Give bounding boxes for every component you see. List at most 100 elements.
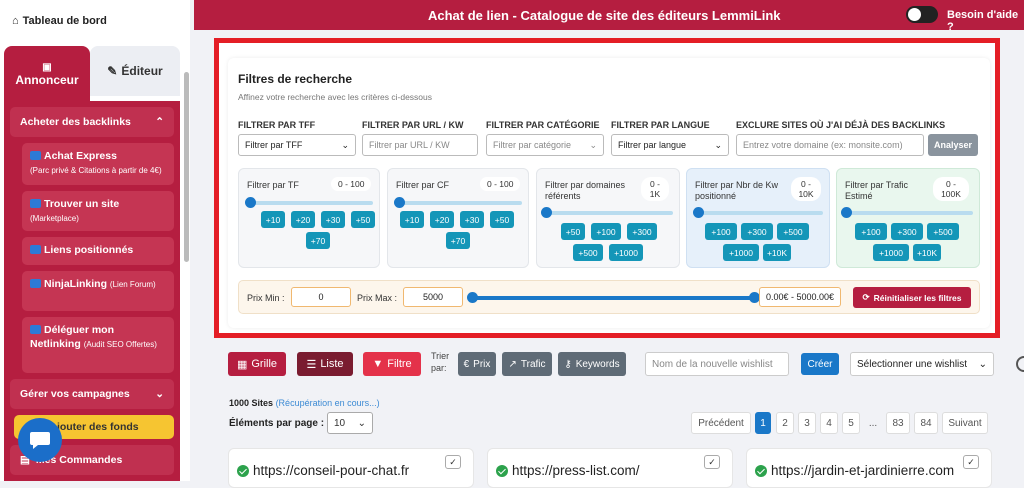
pagination-page[interactable]: 3 bbox=[798, 412, 816, 434]
funnel-icon: ▼ bbox=[372, 358, 384, 370]
chip-tf[interactable]: +30 bbox=[321, 211, 345, 228]
verified-check-icon bbox=[237, 464, 249, 477]
sort-keywords-button[interactable]: ⚷ Keywords bbox=[558, 352, 626, 376]
pagination-page[interactable]: 2 bbox=[776, 412, 794, 434]
create-wishlist-button[interactable]: Créer bbox=[801, 353, 839, 375]
price-min-input[interactable]: 0 bbox=[291, 287, 351, 307]
chevron-down-icon: ⌄ bbox=[714, 139, 722, 150]
chip-traffic[interactable]: +10K bbox=[913, 244, 941, 261]
chevron-down-icon: ⌄ bbox=[978, 358, 987, 370]
chip-tf[interactable]: +70 bbox=[306, 232, 330, 249]
wishlist-select[interactable]: Sélectionner une wishlist ⌄ bbox=[850, 352, 994, 376]
cf-slider-handle[interactable] bbox=[394, 197, 405, 208]
analyse-button[interactable]: Analyser bbox=[928, 134, 978, 156]
select-checkbox[interactable]: ✓ bbox=[963, 455, 979, 469]
category-select[interactable]: Filtrer par catégorie ⌄ bbox=[486, 134, 604, 156]
sidebar-item-deleguer[interactable]: Déléguer mon Netlinking (Audit SEO Offer… bbox=[22, 317, 174, 373]
reset-filters-button[interactable]: ⟳ Réinitialiser les filtres bbox=[853, 287, 971, 308]
chat-button[interactable] bbox=[18, 418, 62, 462]
filter-card-traffic: Filtrer par Trafic Estimé 0 - 100K +100 … bbox=[836, 168, 980, 268]
traffic-slider-track[interactable] bbox=[845, 211, 973, 215]
sidebar-item-achat-express[interactable]: Achat Express (Parc privé & Citations à … bbox=[22, 143, 174, 185]
chip-cf[interactable]: +50 bbox=[490, 211, 514, 228]
chip-domains[interactable]: +100 bbox=[591, 223, 621, 240]
keywords-slider-handle[interactable] bbox=[693, 207, 704, 218]
keywords-slider-track[interactable] bbox=[695, 211, 823, 215]
language-label: FILTRER PAR LANGUE bbox=[611, 120, 710, 130]
fast-forward-icon bbox=[30, 245, 41, 254]
pagination-page[interactable]: 83 bbox=[886, 412, 910, 434]
chip-keywords[interactable]: +100 bbox=[705, 223, 737, 240]
filters-panel: Filtres de recherche Affinez votre reche… bbox=[228, 58, 990, 328]
sidebar-item-trouver-site[interactable]: Trouver un site (Marketplace) bbox=[22, 191, 174, 231]
section-campagnes[interactable]: Gérer vos campagnes ⌄ bbox=[10, 379, 174, 409]
sidebar-item-ninjalinking[interactable]: NinjaLinking (Lien Forum) bbox=[22, 271, 174, 311]
chip-domains[interactable]: +300 bbox=[627, 223, 657, 240]
chip-tf[interactable]: +20 bbox=[291, 211, 315, 228]
cf-slider-track[interactable] bbox=[396, 201, 522, 205]
pagination-page[interactable]: 84 bbox=[914, 412, 938, 434]
refresh-icon[interactable] bbox=[1016, 356, 1024, 372]
chip-traffic[interactable]: +1000 bbox=[873, 244, 909, 261]
list-view-button[interactable]: ☰ Liste bbox=[297, 352, 353, 376]
chip-cf[interactable]: +70 bbox=[446, 232, 470, 249]
domains-slider-handle[interactable] bbox=[541, 207, 552, 218]
pagination-page[interactable]: 5 bbox=[842, 412, 860, 434]
chip-domains[interactable]: +1000 bbox=[609, 244, 643, 261]
pagination-next[interactable]: Suivant bbox=[942, 412, 988, 434]
tab-editeur[interactable]: ✎ Éditeur bbox=[90, 46, 180, 96]
chip-cf[interactable]: +20 bbox=[430, 211, 454, 228]
help-toggle[interactable] bbox=[906, 6, 938, 23]
grid-view-button[interactable]: ▦ Grille bbox=[228, 352, 286, 376]
chip-keywords[interactable]: +300 bbox=[741, 223, 773, 240]
fast-forward-icon bbox=[30, 325, 41, 334]
exclude-domain-input[interactable]: Entrez votre domaine (ex: monsite.com) bbox=[736, 134, 924, 156]
fast-forward-icon bbox=[30, 279, 41, 288]
traffic-slider-handle[interactable] bbox=[841, 207, 852, 218]
dashboard-link[interactable]: ⌂ Tableau de bord bbox=[0, 0, 190, 42]
select-checkbox[interactable]: ✓ bbox=[445, 455, 461, 469]
url-input[interactable]: Filtrer par URL / KW bbox=[362, 134, 478, 156]
pagination-page[interactable]: 1 bbox=[755, 412, 771, 434]
sidebar-scrollbar[interactable] bbox=[184, 72, 189, 262]
chip-domains[interactable]: +50 bbox=[561, 223, 585, 240]
chip-domains[interactable]: +500 bbox=[573, 244, 603, 261]
category-label: FILTRER PAR CATÉGORIE bbox=[486, 120, 600, 130]
price-slider-min-handle[interactable] bbox=[467, 292, 478, 303]
tf-slider-track[interactable] bbox=[247, 201, 373, 205]
per-page-select[interactable]: 10 ⌄ bbox=[327, 412, 373, 434]
price-slider-track[interactable] bbox=[471, 296, 753, 300]
select-checkbox[interactable]: ✓ bbox=[704, 455, 720, 469]
chip-traffic[interactable]: +500 bbox=[927, 223, 959, 240]
tff-select[interactable]: Filtrer par TFF ⌄ bbox=[238, 134, 356, 156]
pagination-page[interactable]: 4 bbox=[820, 412, 838, 434]
chip-traffic[interactable]: +100 bbox=[855, 223, 887, 240]
language-select[interactable]: Filtrer par langue ⌄ bbox=[611, 134, 729, 156]
chip-cf[interactable]: +10 bbox=[400, 211, 424, 228]
tab-annonceur[interactable]: ▣ Annonceur bbox=[4, 46, 90, 102]
sidebar-item-liens-positionnes[interactable]: Liens positionnés bbox=[22, 237, 174, 265]
sort-traffic-button[interactable]: ↗ Trafic bbox=[502, 352, 552, 376]
filter-card-cf: Filtrer par CF 0 - 100 +10 +20 +30 +50 +… bbox=[387, 168, 529, 268]
pagination-previous[interactable]: Précédent bbox=[691, 412, 751, 434]
chip-keywords[interactable]: +500 bbox=[777, 223, 809, 240]
site-card[interactable]: https://jardin-et-jardinierre.com ✓ bbox=[746, 448, 992, 488]
chip-tf[interactable]: +10 bbox=[261, 211, 285, 228]
sort-price-button[interactable]: € Prix bbox=[458, 352, 496, 376]
wishlist-name-input[interactable]: Nom de la nouvelle wishlist bbox=[645, 352, 789, 376]
filter-button[interactable]: ▼ Filtre bbox=[363, 352, 421, 376]
top-header: Achat de lien - Catalogue de site des éd… bbox=[194, 0, 1024, 33]
briefcase-icon: ▣ bbox=[42, 61, 52, 73]
chip-traffic[interactable]: +300 bbox=[891, 223, 923, 240]
chip-keywords[interactable]: +1000 bbox=[723, 244, 759, 261]
section-backlinks[interactable]: Acheter des backlinks ⌃ bbox=[10, 107, 174, 137]
domains-slider-track[interactable] bbox=[545, 211, 673, 215]
site-card[interactable]: https://press-list.com/ ✓ bbox=[487, 448, 733, 488]
price-max-input[interactable]: 5000 bbox=[403, 287, 463, 307]
chip-cf[interactable]: +30 bbox=[460, 211, 484, 228]
verified-check-icon bbox=[755, 464, 767, 477]
site-card[interactable]: https://conseil-pour-chat.fr ✓ bbox=[228, 448, 474, 488]
chip-tf[interactable]: +50 bbox=[351, 211, 375, 228]
tf-slider-handle[interactable] bbox=[245, 197, 256, 208]
chip-keywords[interactable]: +10K bbox=[763, 244, 791, 261]
